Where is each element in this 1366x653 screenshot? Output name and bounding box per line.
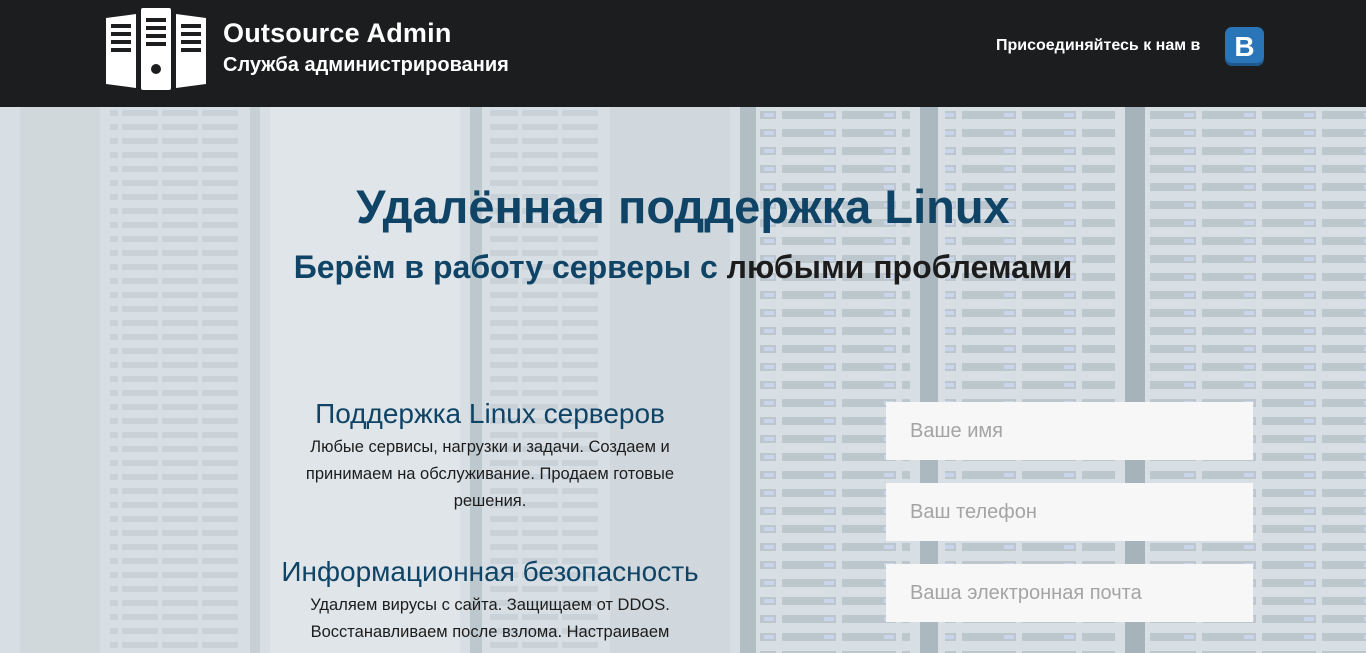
phone-input[interactable] xyxy=(886,483,1253,541)
hero-subtitle-part1: Берём в работу серверы с xyxy=(293,249,727,285)
feature-text: Любые сервисы, нагрузки и задачи. Создае… xyxy=(305,438,675,510)
vk-social-button[interactable]: В xyxy=(1225,27,1264,66)
site-header: Outsource Admin Служба администрирования… xyxy=(0,0,1366,107)
feature-title: Поддержка Linux серверов xyxy=(315,398,665,429)
feature-title: Информационная безопасность xyxy=(281,556,699,587)
hero-subtitle-part2: любыми проблемами xyxy=(726,249,1073,285)
hero-section: Удалённая поддержка Linux Берём в работу… xyxy=(0,107,1366,653)
hero-subtitle: Берём в работу серверы с любыми проблема… xyxy=(0,249,1366,286)
join-us-text: Присоединяйтесь к нам в xyxy=(996,37,1201,54)
hero-title: Удалённая поддержка Linux xyxy=(356,180,1010,233)
vk-icon: В xyxy=(1234,30,1255,62)
feature-linux-support: Поддержка Linux серверов Любые сервисы, … xyxy=(260,398,720,515)
brand-title[interactable]: Outsource Admin xyxy=(223,18,452,49)
email-input[interactable] xyxy=(886,564,1253,622)
server-logo-icon[interactable] xyxy=(104,8,208,90)
name-input[interactable] xyxy=(886,402,1253,460)
feature-security: Информационная безопасность Удаляем виру… xyxy=(260,556,720,646)
brand-subtitle: Служба администрирования xyxy=(223,54,509,76)
feature-text: Удаляем вирусы с сайта. Защищаем от DDOS… xyxy=(310,596,670,641)
